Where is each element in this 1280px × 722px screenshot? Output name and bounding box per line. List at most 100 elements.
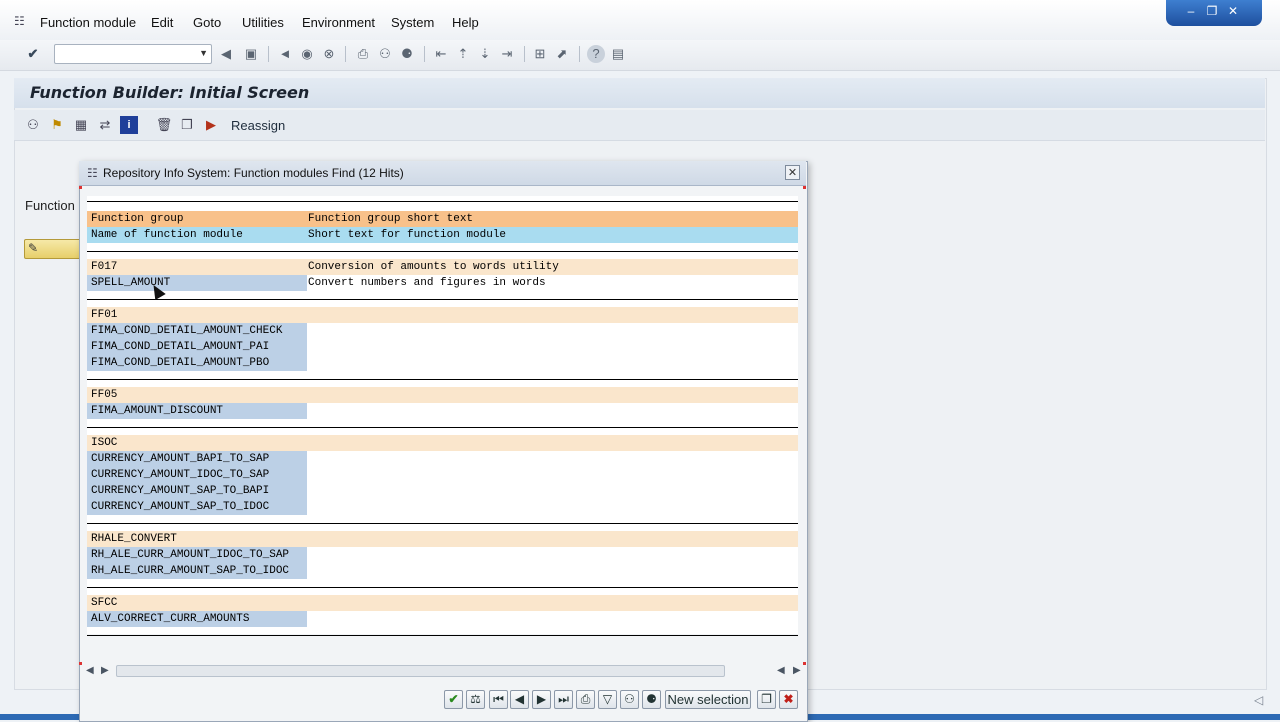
group-row-col1: FF01: [91, 309, 118, 321]
menu-bar: [0, 0, 1280, 40]
minimize-icon[interactable]: –: [1182, 3, 1200, 19]
display-object-list-icon[interactable]: ▦: [72, 116, 90, 134]
header-row-col1: Function group: [91, 213, 184, 225]
customize-layout-icon[interactable]: ▤: [609, 45, 627, 63]
navigate-icon[interactable]: ⇄: [96, 116, 114, 134]
scroll-right-icon[interactable]: ▶: [793, 665, 801, 676]
system-menu-icon[interactable]: ☷: [14, 14, 25, 28]
continue-button[interactable]: ✔: [444, 690, 463, 709]
rename-icon[interactable]: ▶: [202, 116, 220, 134]
filter-icon[interactable]: ▽: [598, 690, 617, 709]
group-row[interactable]: RHALE_CONVERT: [87, 531, 798, 547]
subheader-row[interactable]: Name of function module Short text for fu…: [87, 227, 798, 243]
find-icon[interactable]: ⚇: [376, 45, 394, 63]
divider: [87, 251, 798, 252]
new-selection-button[interactable]: New selection: [665, 690, 751, 709]
module-row[interactable]: FIMA_COND_DETAIL_AMOUNT_CHECK: [87, 323, 798, 339]
reassign-button[interactable]: Reassign: [231, 118, 285, 133]
scroll-left-icon[interactable]: ◀: [777, 665, 785, 676]
restore-icon[interactable]: ❐: [1203, 3, 1221, 19]
window-icon: ☷: [87, 166, 98, 180]
divider: [87, 587, 798, 588]
module-row[interactable]: FIMA_COND_DETAIL_AMOUNT_PBO: [87, 355, 798, 371]
delete-icon[interactable]: 🗑: [155, 116, 173, 134]
module-row[interactable]: CURRENCY_AMOUNT_SAP_TO_BAPI: [87, 483, 798, 499]
module-row-col1: FIMA_COND_DETAIL_AMOUNT_PAI: [91, 341, 270, 353]
cancel-icon[interactable]: ⊗: [320, 45, 338, 63]
divider: [87, 299, 798, 300]
last-page-icon[interactable]: ⏭: [554, 690, 573, 709]
first-page-icon[interactable]: ⇤: [432, 45, 450, 63]
prev-page-icon[interactable]: ◀: [510, 690, 529, 709]
menu-help[interactable]: Help: [452, 15, 479, 30]
group-row[interactable]: ISOC: [87, 435, 798, 451]
last-page-icon[interactable]: ⇥: [498, 45, 516, 63]
menu-edit[interactable]: Edit: [151, 15, 173, 30]
other-object-icon[interactable]: ⚇: [24, 116, 42, 134]
prev-page-icon[interactable]: ⇡: [454, 45, 472, 63]
enter-check-icon[interactable]: ✔: [24, 45, 42, 63]
command-field[interactable]: ▼: [54, 44, 212, 64]
copy-icon[interactable]: ❐: [757, 690, 776, 709]
page-title: Function Builder: Initial Screen: [30, 83, 310, 102]
print-icon[interactable]: ⎙: [354, 45, 372, 63]
module-row[interactable]: CURRENCY_AMOUNT_IDOC_TO_SAP: [87, 467, 798, 483]
exit-icon[interactable]: ◉: [298, 45, 316, 63]
scroll-left-icon[interactable]: ◁: [1254, 693, 1263, 707]
copy-icon[interactable]: ❐: [178, 116, 196, 134]
module-row[interactable]: CURRENCY_AMOUNT_SAP_TO_IDOC: [87, 499, 798, 515]
module-row-col1: FIMA_COND_DETAIL_AMOUNT_CHECK: [91, 325, 283, 337]
function-module-field[interactable]: ✎: [24, 239, 82, 259]
next-page-icon[interactable]: ▶: [532, 690, 551, 709]
horizontal-scrollbar[interactable]: [116, 665, 725, 677]
menu-goto[interactable]: Goto: [193, 15, 221, 30]
module-row-col1: FIMA_AMOUNT_DISCOUNT: [91, 405, 224, 417]
print-icon[interactable]: ⎙: [576, 690, 595, 709]
info-icon[interactable]: i: [120, 116, 138, 134]
module-row-col1: RH_ALE_CURR_AMOUNT_SAP_TO_IDOC: [91, 565, 290, 577]
divider: [87, 379, 798, 380]
first-page-icon[interactable]: ⏮: [489, 690, 508, 709]
find-next-icon[interactable]: ⚈: [642, 690, 661, 709]
module-row-col1: CURRENCY_AMOUNT_BAPI_TO_SAP: [91, 453, 270, 465]
menu-utilities[interactable]: Utilities: [242, 15, 284, 30]
module-row-col1: CURRENCY_AMOUNT_IDOC_TO_SAP: [91, 469, 270, 481]
module-row[interactable]: RH_ALE_CURR_AMOUNT_SAP_TO_IDOC: [87, 563, 798, 579]
group-row[interactable]: F017 Conversion of amounts to words utili…: [87, 259, 798, 275]
chevron-down-icon[interactable]: ▼: [199, 48, 208, 58]
back-arrow-icon[interactable]: ◀: [217, 45, 235, 63]
cancel-button[interactable]: ✖: [779, 690, 798, 709]
group-row[interactable]: SFCC: [87, 595, 798, 611]
subheader-row-col2: Short text for function module: [308, 229, 507, 241]
find-icon[interactable]: ⚇: [620, 690, 639, 709]
module-row[interactable]: FIMA_AMOUNT_DISCOUNT: [87, 403, 798, 419]
header-row[interactable]: Function group Function group short text: [87, 211, 798, 227]
module-row[interactable]: ALV_CORRECT_CURR_AMOUNTS: [87, 611, 798, 627]
shortcut-icon[interactable]: ⬈: [553, 45, 571, 63]
group-row[interactable]: FF05: [87, 387, 798, 403]
module-row[interactable]: SPELL_AMOUNT Convert numbers and figures …: [87, 275, 798, 291]
module-row[interactable]: RH_ALE_CURR_AMOUNT_IDOC_TO_SAP: [87, 547, 798, 563]
choose-icon[interactable]: ⚖: [466, 690, 485, 709]
module-row[interactable]: FIMA_COND_DETAIL_AMOUNT_PAI: [87, 339, 798, 355]
group-row-col1: ISOC: [91, 437, 118, 449]
subheader-row-col1: Name of function module: [91, 229, 243, 241]
where-used-icon[interactable]: ⚑: [48, 116, 66, 134]
help-icon[interactable]: ?: [587, 45, 605, 63]
scroll-left-icon[interactable]: ◀: [86, 665, 94, 676]
menu-system[interactable]: System: [391, 15, 434, 30]
menu-function-module[interactable]: Function module: [40, 15, 136, 30]
module-row[interactable]: CURRENCY_AMOUNT_BAPI_TO_SAP: [87, 451, 798, 467]
window-controls: – ❐ ✕: [1166, 0, 1262, 26]
find-next-icon[interactable]: ⚈: [398, 45, 416, 63]
dialog-close-button[interactable]: ✕: [785, 165, 800, 180]
new-session-icon[interactable]: ⊞: [531, 45, 549, 63]
save-icon[interactable]: ▣: [242, 45, 260, 63]
menu-environment[interactable]: Environment: [302, 15, 375, 30]
module-row-col2: Convert numbers and figures in words: [308, 277, 546, 289]
back-icon[interactable]: ◄: [276, 45, 294, 63]
next-page-icon[interactable]: ⇣: [476, 45, 494, 63]
close-window-icon[interactable]: ✕: [1224, 3, 1242, 19]
scroll-right-icon[interactable]: ▶: [101, 665, 109, 676]
group-row[interactable]: FF01: [87, 307, 798, 323]
